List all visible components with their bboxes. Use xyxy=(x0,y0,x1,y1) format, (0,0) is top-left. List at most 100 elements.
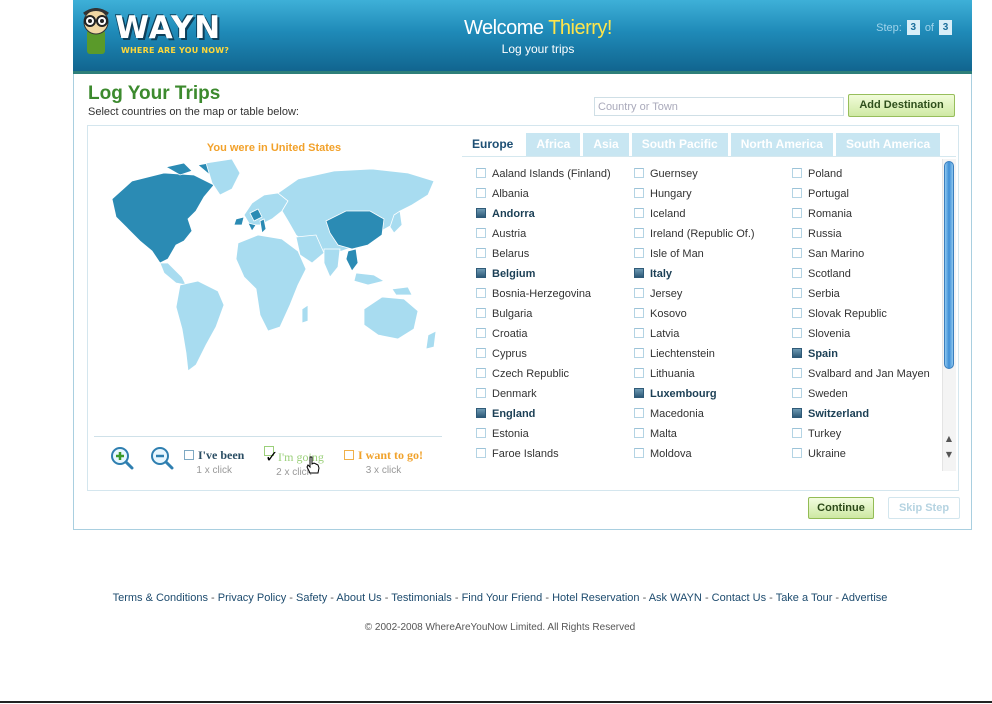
country-checkbox[interactable] xyxy=(634,228,644,238)
country-checkbox[interactable] xyxy=(634,268,644,278)
country-item[interactable]: Scotland xyxy=(792,264,936,284)
country-item[interactable]: Belgium xyxy=(476,264,634,284)
footer-link[interactable]: Advertise xyxy=(842,592,888,604)
country-item[interactable]: Guernsey xyxy=(634,164,792,184)
legend-been[interactable]: I've been 1 x click xyxy=(184,446,244,476)
country-item[interactable]: Estonia xyxy=(476,424,634,444)
country-checkbox[interactable] xyxy=(792,368,802,378)
footer-link[interactable]: Contact Us xyxy=(712,592,766,604)
zoom-in-icon[interactable] xyxy=(110,446,134,470)
country-checkbox[interactable] xyxy=(634,288,644,298)
country-checkbox[interactable] xyxy=(476,428,486,438)
country-item[interactable]: Aaland Islands (Finland) xyxy=(476,164,634,184)
country-checkbox[interactable] xyxy=(792,348,802,358)
country-item[interactable]: Croatia xyxy=(476,324,634,344)
country-item[interactable]: Portugal xyxy=(792,184,936,204)
footer-link[interactable]: Terms & Conditions xyxy=(113,592,208,604)
country-item[interactable]: Isle of Man xyxy=(634,244,792,264)
country-checkbox[interactable] xyxy=(476,168,486,178)
country-item[interactable]: England xyxy=(476,404,634,424)
scroll-down-icon[interactable]: ▼ xyxy=(943,449,955,461)
country-item[interactable]: Switzerland xyxy=(792,404,936,424)
tab-south-america[interactable]: South America xyxy=(835,133,941,156)
map-south-america[interactable] xyxy=(175,280,225,372)
country-search-input[interactable] xyxy=(594,97,844,116)
country-item[interactable]: Turkey xyxy=(792,424,936,444)
country-checkbox[interactable] xyxy=(476,208,486,218)
country-checkbox[interactable] xyxy=(792,388,802,398)
country-checkbox[interactable] xyxy=(634,388,644,398)
map-australia[interactable] xyxy=(363,296,419,340)
country-list-scrollbar[interactable]: ▲ ▼ xyxy=(942,159,956,471)
map-europe[interactable] xyxy=(243,192,289,226)
footer-link[interactable]: Take a Tour xyxy=(776,592,833,604)
country-checkbox[interactable] xyxy=(634,188,644,198)
country-checkbox[interactable] xyxy=(792,408,802,418)
footer-link[interactable]: Privacy Policy xyxy=(218,592,286,604)
country-checkbox[interactable] xyxy=(792,248,802,258)
country-item[interactable]: Jersey xyxy=(634,284,792,304)
country-item[interactable]: Denmark xyxy=(476,384,634,404)
country-item[interactable]: Slovak Republic xyxy=(792,304,936,324)
country-checkbox[interactable] xyxy=(476,388,486,398)
country-checkbox[interactable] xyxy=(792,428,802,438)
scroll-up-icon[interactable]: ▲ xyxy=(943,433,955,445)
country-checkbox[interactable] xyxy=(792,228,802,238)
country-checkbox[interactable] xyxy=(792,308,802,318)
country-item[interactable]: Serbia xyxy=(792,284,936,304)
country-item[interactable]: Luxembourg xyxy=(634,384,792,404)
tab-europe[interactable]: Europe xyxy=(462,133,524,156)
country-item[interactable]: Hungary xyxy=(634,184,792,204)
country-item[interactable]: Malta xyxy=(634,424,792,444)
country-checkbox[interactable] xyxy=(476,368,486,378)
country-item[interactable]: Romania xyxy=(792,204,936,224)
country-item[interactable]: Cyprus xyxy=(476,344,634,364)
country-checkbox[interactable] xyxy=(476,228,486,238)
map-north-america[interactable] xyxy=(111,172,215,264)
country-item[interactable]: Ireland (Republic Of.) xyxy=(634,224,792,244)
country-checkbox[interactable] xyxy=(476,268,486,278)
country-checkbox[interactable] xyxy=(476,448,486,458)
country-item[interactable]: Bosnia-Herzegovina xyxy=(476,284,634,304)
country-checkbox[interactable] xyxy=(634,328,644,338)
country-checkbox[interactable] xyxy=(476,348,486,358)
country-checkbox[interactable] xyxy=(634,208,644,218)
country-checkbox[interactable] xyxy=(792,288,802,298)
map-greenland[interactable] xyxy=(205,159,241,196)
legend-want[interactable]: I want to go! 3 x click xyxy=(344,446,423,476)
skip-step-button[interactable]: Skip Step xyxy=(888,497,960,519)
add-destination-button[interactable]: Add Destination xyxy=(848,94,955,117)
footer-link[interactable]: Testimonials xyxy=(391,592,452,604)
country-item[interactable]: Ukraine xyxy=(792,444,936,464)
going-checkbox[interactable]: ✓ xyxy=(264,446,278,466)
country-checkbox[interactable] xyxy=(792,448,802,458)
country-item[interactable]: Spain xyxy=(792,344,936,364)
country-checkbox[interactable] xyxy=(792,188,802,198)
map-africa[interactable] xyxy=(235,234,307,332)
country-checkbox[interactable] xyxy=(634,408,644,418)
country-checkbox[interactable] xyxy=(476,328,486,338)
country-checkbox[interactable] xyxy=(476,308,486,318)
country-item[interactable]: Latvia xyxy=(634,324,792,344)
country-checkbox[interactable] xyxy=(792,328,802,338)
country-checkbox[interactable] xyxy=(634,428,644,438)
wayn-logo[interactable]: WAYN WHERE ARE YOU NOW? xyxy=(79,8,239,60)
country-item[interactable]: Bulgaria xyxy=(476,304,634,324)
country-checkbox[interactable] xyxy=(792,168,802,178)
country-item[interactable]: Sweden xyxy=(792,384,936,404)
country-item[interactable]: Iceland xyxy=(634,204,792,224)
country-item[interactable]: San Marino xyxy=(792,244,936,264)
country-item[interactable]: Moldova xyxy=(634,444,792,464)
continue-button[interactable]: Continue xyxy=(808,497,874,519)
tab-north-america[interactable]: North America xyxy=(730,133,833,156)
country-item[interactable]: Italy xyxy=(634,264,792,284)
country-checkbox[interactable] xyxy=(476,408,486,418)
country-item[interactable]: Slovenia xyxy=(792,324,936,344)
want-checkbox[interactable] xyxy=(344,450,354,460)
country-checkbox[interactable] xyxy=(634,248,644,258)
footer-link[interactable]: Safety xyxy=(296,592,327,604)
tab-south-pacific[interactable]: South Pacific xyxy=(631,133,728,156)
country-item[interactable]: Svalbard and Jan Mayen xyxy=(792,364,936,384)
footer-link[interactable]: Hotel Reservation xyxy=(552,592,639,604)
tab-africa[interactable]: Africa xyxy=(526,133,581,156)
